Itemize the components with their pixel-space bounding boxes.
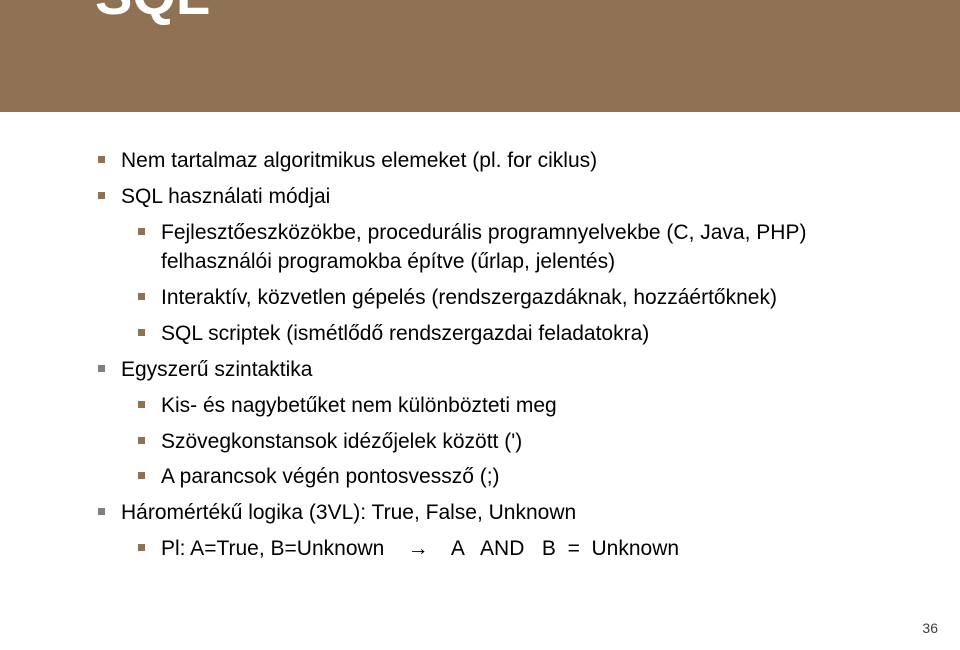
bullet-text: Kis- és nagybetűket nem különbözteti meg [161,391,557,421]
bullet-item: Szövegkonstansok idézőjelek között (') [138,427,900,457]
square-bullet-icon [138,228,145,235]
square-bullet-icon [98,156,105,163]
square-bullet-icon [138,437,145,444]
bullet-text: Szövegkonstansok idézőjelek között (') [161,427,522,457]
page-number: 36 [922,620,938,636]
square-bullet-icon [98,508,105,515]
square-bullet-icon [138,472,145,479]
title-band: SQL [0,0,960,112]
slide-content: Nem tartalmaz algoritmikus elemeket (pl.… [80,146,900,570]
bullet-item: SQL scriptek (ismétlődő rendszergazdai f… [138,319,900,349]
bullet-item: Nem tartalmaz algoritmikus elemeket (pl.… [98,146,900,176]
square-bullet-icon [138,544,145,551]
bullet-item: Kis- és nagybetűket nem különbözteti meg [138,391,900,421]
bullet-text: SQL scriptek (ismétlődő rendszergazdai f… [161,319,649,349]
square-bullet-icon [138,401,145,408]
square-bullet-icon [138,329,145,336]
square-bullet-icon [138,293,145,300]
bullet-item: A parancsok végén pontosvessző (;) [138,462,900,492]
square-bullet-icon [98,192,105,199]
bullet-item: Egyszerű szintaktika [98,355,900,385]
bullet-item: Háromértékű logika (3VL): True, False, U… [98,498,900,528]
bullet-item: Interaktív, közvetlen gépelés (rendszerg… [138,283,900,313]
bullet-text: Pl: A=True, B=Unknown → A AND B = Unknow… [161,534,679,564]
bullet-text: A parancsok végén pontosvessző (;) [161,462,500,492]
bullet-item: Fejlesztőeszközökbe, procedurális progra… [138,218,900,278]
bullet-text: SQL használati módjai [121,182,330,212]
square-bullet-icon [98,365,105,372]
bullet-text: Fejlesztőeszközökbe, procedurális progra… [161,218,900,278]
bullet-text: Háromértékű logika (3VL): True, False, U… [121,498,576,528]
bullet-text: Egyszerű szintaktika [121,355,312,385]
slide-title: SQL [95,0,210,27]
bullet-item: Pl: A=True, B=Unknown → A AND B = Unknow… [138,534,900,564]
bullet-text: Interaktív, közvetlen gépelés (rendszerg… [161,283,777,313]
bullet-text: Nem tartalmaz algoritmikus elemeket (pl.… [121,146,597,176]
bullet-item: SQL használati módjai [98,182,900,212]
